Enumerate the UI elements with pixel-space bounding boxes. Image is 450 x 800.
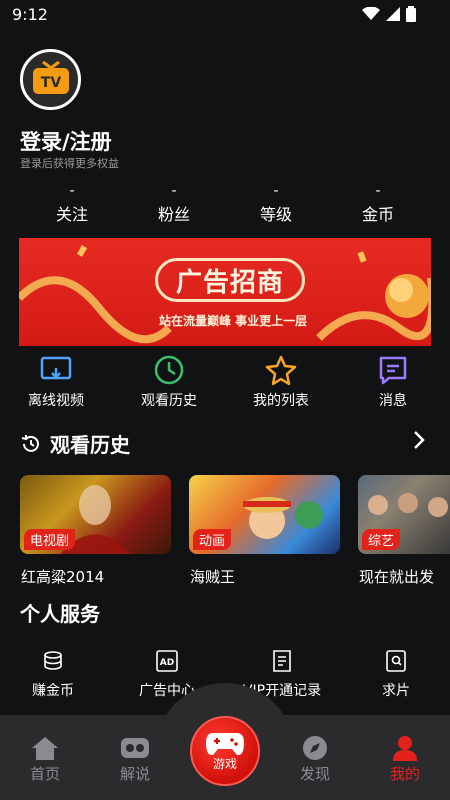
status-icons [362, 6, 416, 22]
stat-coins[interactable]: - 金币 [333, 183, 423, 225]
stat-followers[interactable]: - 粉丝 [129, 183, 219, 225]
stat-following[interactable]: - 关注 [27, 183, 117, 225]
nav-label: 我的 [389, 765, 420, 783]
tv21-logo-icon: TV [32, 60, 69, 94]
history-item-title[interactable]: 现在就出发 [359, 566, 450, 587]
nav-home[interactable]: 首页 [15, 735, 75, 784]
stat-level[interactable]: - 等级 [231, 183, 321, 225]
services-section-title: 个人服务 [20, 602, 100, 626]
status-time: 9:12 [12, 5, 48, 24]
nav-label: 发现 [299, 765, 330, 783]
service-request-film[interactable]: 求片 [351, 650, 441, 700]
history-item-poster[interactable]: 电视剧 [20, 475, 171, 554]
message-icon [377, 354, 409, 386]
record-icon [273, 650, 291, 672]
chevron-right-icon[interactable] [412, 430, 426, 450]
stat-value: - [375, 183, 381, 199]
avatar[interactable]: TV [20, 49, 81, 110]
poster-tag: 动画 [193, 529, 232, 550]
quick-action-messages[interactable]: 消息 [348, 354, 438, 410]
nav-label: 首页 [29, 765, 60, 783]
home-icon [32, 737, 58, 760]
poster-tag: 综艺 [362, 529, 401, 550]
battery-icon [406, 6, 416, 22]
poster-tag: 电视剧 [24, 529, 76, 550]
quick-action-label: 消息 [379, 393, 407, 409]
quick-action-label: 离线视频 [28, 393, 84, 409]
banner-title: 广告招商 [175, 267, 284, 298]
svg-text:AD: AD [160, 658, 174, 668]
discover-icon [303, 736, 327, 760]
stat-label: 金币 [361, 205, 394, 224]
login-subtitle: 登录后获得更多权益 [20, 157, 119, 170]
quick-action-offline-video[interactable]: 离线视频 [11, 354, 101, 410]
game-label: 游戏 [212, 756, 237, 771]
history-clock-icon [153, 354, 185, 386]
user-icon [393, 736, 417, 761]
nav-discover[interactable]: 发现 [285, 735, 345, 784]
history-section-header: 观看历史 [20, 429, 130, 458]
stat-label: 粉丝 [157, 205, 190, 224]
service-label: 赚金币 [32, 683, 74, 699]
quick-action-label: 观看历史 [141, 393, 197, 409]
stat-value: - [171, 183, 177, 199]
star-icon [265, 354, 297, 386]
login-register-link[interactable]: 登录/注册 [20, 126, 112, 156]
stat-label: 关注 [55, 205, 88, 224]
service-earn-coins[interactable]: 赚金币 [8, 650, 98, 700]
svg-text:TV: TV [40, 75, 61, 91]
history-section-title: 观看历史 [50, 433, 130, 457]
history-icon [21, 434, 39, 452]
nav-label: 解说 [119, 765, 150, 783]
wifi-icon [362, 7, 380, 20]
quick-action-my-list[interactable]: 我的列表 [236, 354, 326, 410]
coins-icon [44, 651, 62, 670]
ad-icon: AD [156, 650, 178, 672]
signal-icon [386, 7, 400, 21]
nav-game-button[interactable]: 游戏 [190, 716, 260, 786]
status-bar: 9:12 [0, 0, 450, 32]
ad-banner[interactable]: 广告招商 站在流量巅峰 事业更上一层 [19, 238, 431, 346]
offline-video-icon [40, 354, 72, 386]
history-item-poster[interactable]: 动画 [189, 475, 340, 554]
stat-label: 等级 [259, 205, 292, 224]
nav-mine[interactable]: 我的 [375, 735, 435, 784]
request-icon [386, 650, 406, 672]
history-item-poster[interactable]: 综艺 [358, 475, 450, 554]
history-item-title[interactable]: 海贼王 [190, 566, 235, 587]
commentary-icon [121, 738, 149, 758]
nav-commentary[interactable]: 解说 [105, 735, 165, 784]
quick-action-history[interactable]: 观看历史 [124, 354, 214, 410]
banner-slogan: 站在流量巅峰 事业更上一层 [159, 314, 308, 328]
stat-value: - [273, 183, 279, 199]
quick-action-label: 我的列表 [253, 393, 309, 409]
history-item-title[interactable]: 红高粱2014 [21, 566, 104, 587]
gamepad-icon [206, 732, 244, 755]
service-label: 求片 [382, 683, 410, 699]
stat-value: - [69, 183, 75, 199]
banner-title-box: 广告招商 [155, 258, 305, 302]
